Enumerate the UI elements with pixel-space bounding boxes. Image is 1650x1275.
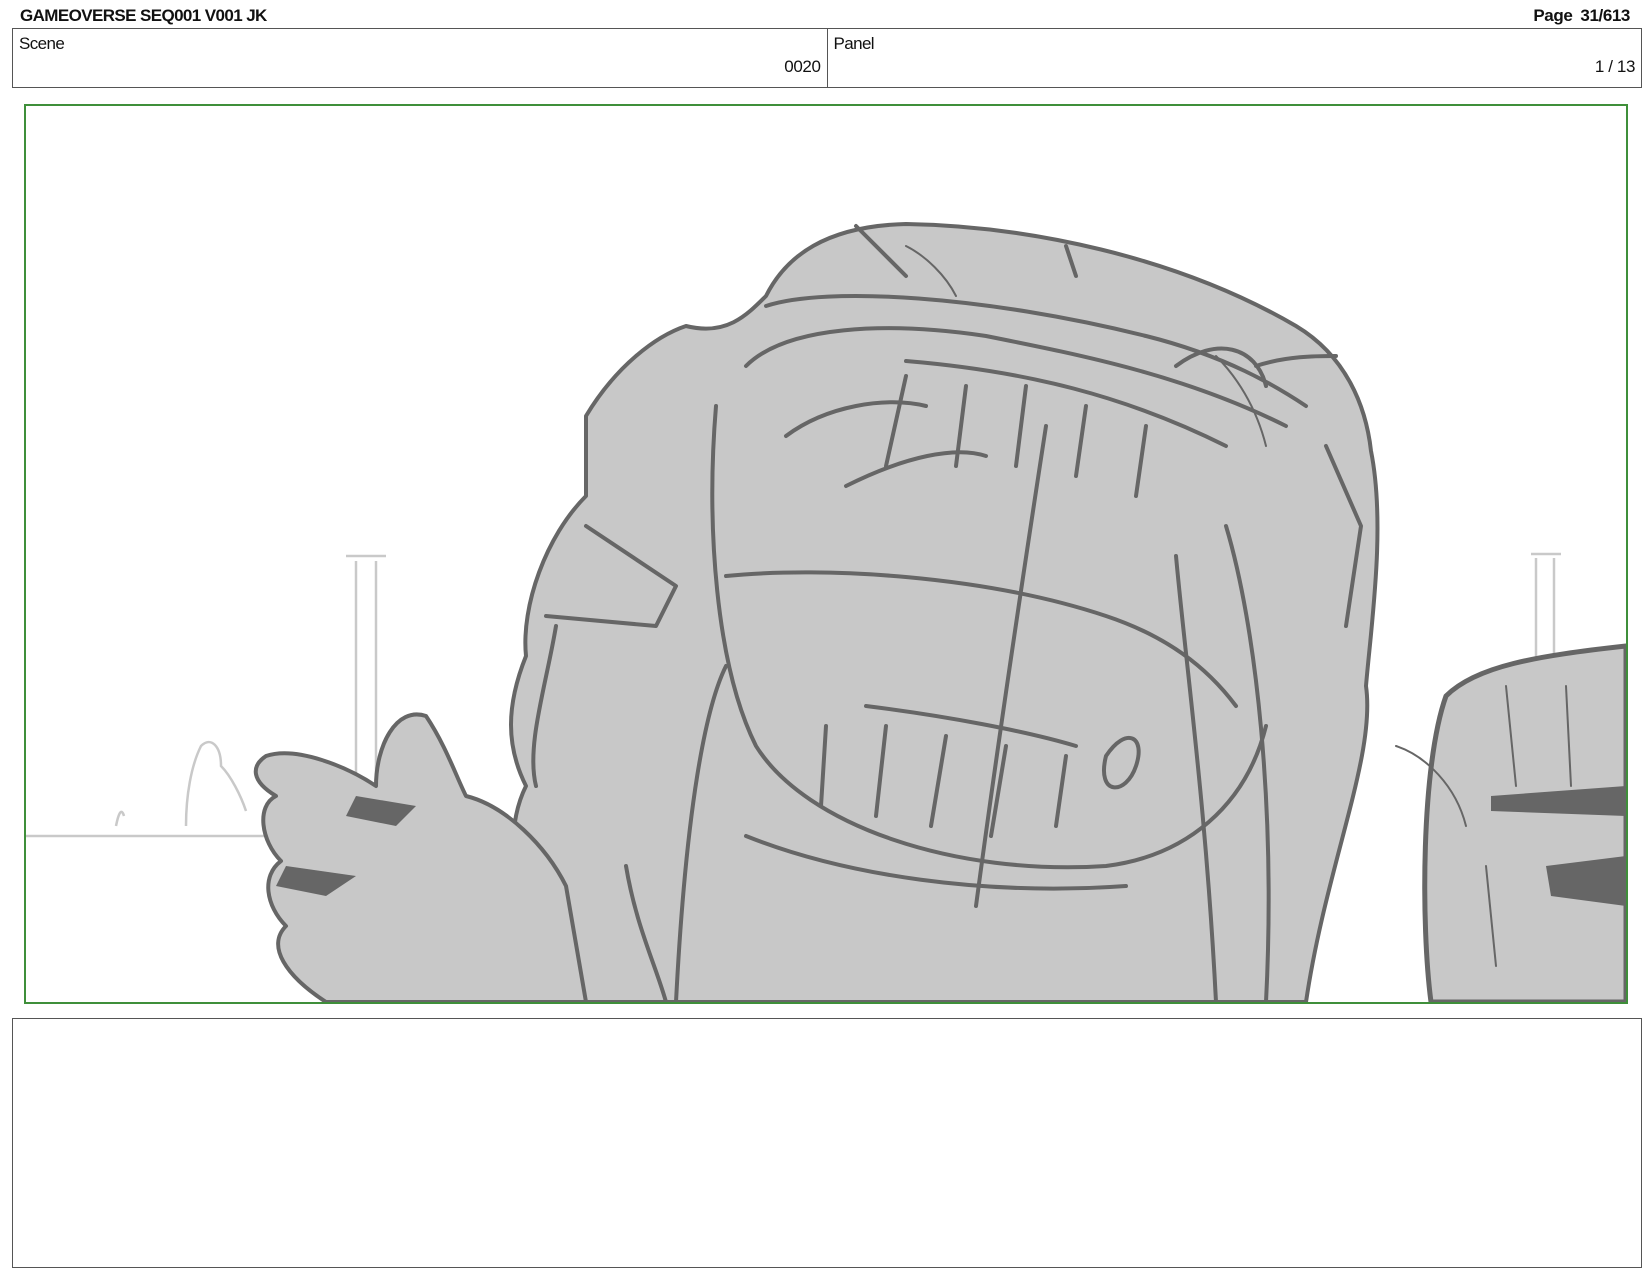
page-value: 31/613 [1580, 6, 1630, 25]
panel-number: 1 / 13 [1594, 57, 1636, 76]
storyboard-panel [24, 104, 1628, 1004]
scene-cell: Scene 0020 [13, 29, 827, 87]
scene-label: Scene [19, 34, 65, 53]
scene-panel-info: Scene 0020 Panel 1 / 13 [12, 28, 1642, 88]
document-title: GAMEOVERSE SEQ001 V001 JK [20, 6, 267, 25]
panel-label: Panel [833, 34, 875, 53]
scene-number: 0020 [784, 57, 821, 76]
robot-head-sketch [253, 222, 1626, 1002]
page-label: Page [1533, 6, 1573, 25]
page-number: Page 31/613 [1533, 6, 1630, 26]
panel-cell: Panel 1 / 13 [826, 29, 1642, 87]
storyboard-sketch [26, 222, 1626, 1002]
panel-notes-box [12, 1018, 1642, 1268]
